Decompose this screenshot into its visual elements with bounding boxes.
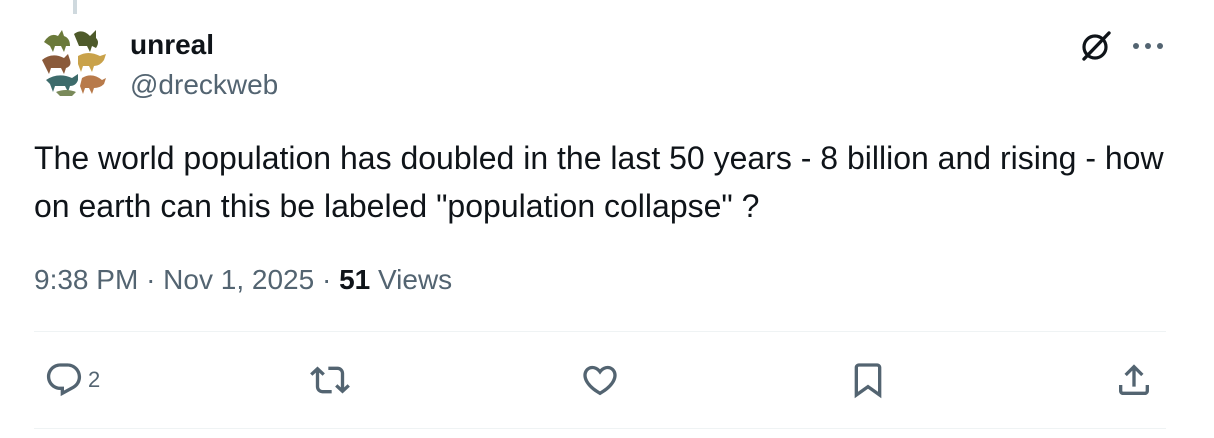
tweet-text: The world population has doubled in the … [34, 140, 1164, 224]
avatar[interactable] [34, 20, 114, 100]
reply-count: 2 [88, 367, 101, 392]
meta-separator: · [146, 264, 156, 295]
like-button[interactable] [580, 358, 620, 402]
retweet-button[interactable] [310, 358, 350, 402]
reply-button[interactable]: 2 [44, 358, 100, 402]
views-count[interactable]: 51 [339, 264, 370, 295]
divider [34, 331, 1166, 332]
tweet-date[interactable]: Nov 1, 2025 [163, 264, 314, 295]
reply-icon [46, 363, 82, 397]
views-label[interactable]: Views [378, 264, 452, 295]
more-options-button[interactable] [1126, 24, 1170, 68]
tweet-metadata: 9:38 PM · Nov 1, 2025 · 51 Views [34, 262, 452, 298]
divider [34, 428, 1166, 429]
dinosaur-avatar-image [34, 20, 114, 100]
heart-icon [583, 365, 617, 396]
tweet-time[interactable]: 9:38 PM [34, 264, 138, 295]
user-handle[interactable]: @dreckweb [130, 68, 278, 102]
share-icon [1119, 364, 1149, 395]
display-name[interactable]: unreal [130, 28, 214, 62]
bookmark-icon [854, 363, 882, 399]
grok-icon [1082, 31, 1111, 61]
retweet-icon [310, 366, 350, 394]
meta-separator: · [321, 264, 332, 295]
bookmark-button[interactable] [848, 358, 888, 402]
grok-button[interactable] [1074, 24, 1118, 68]
share-button[interactable] [1114, 358, 1154, 402]
more-icon [1133, 43, 1163, 49]
thread-connector-line [73, 0, 77, 14]
